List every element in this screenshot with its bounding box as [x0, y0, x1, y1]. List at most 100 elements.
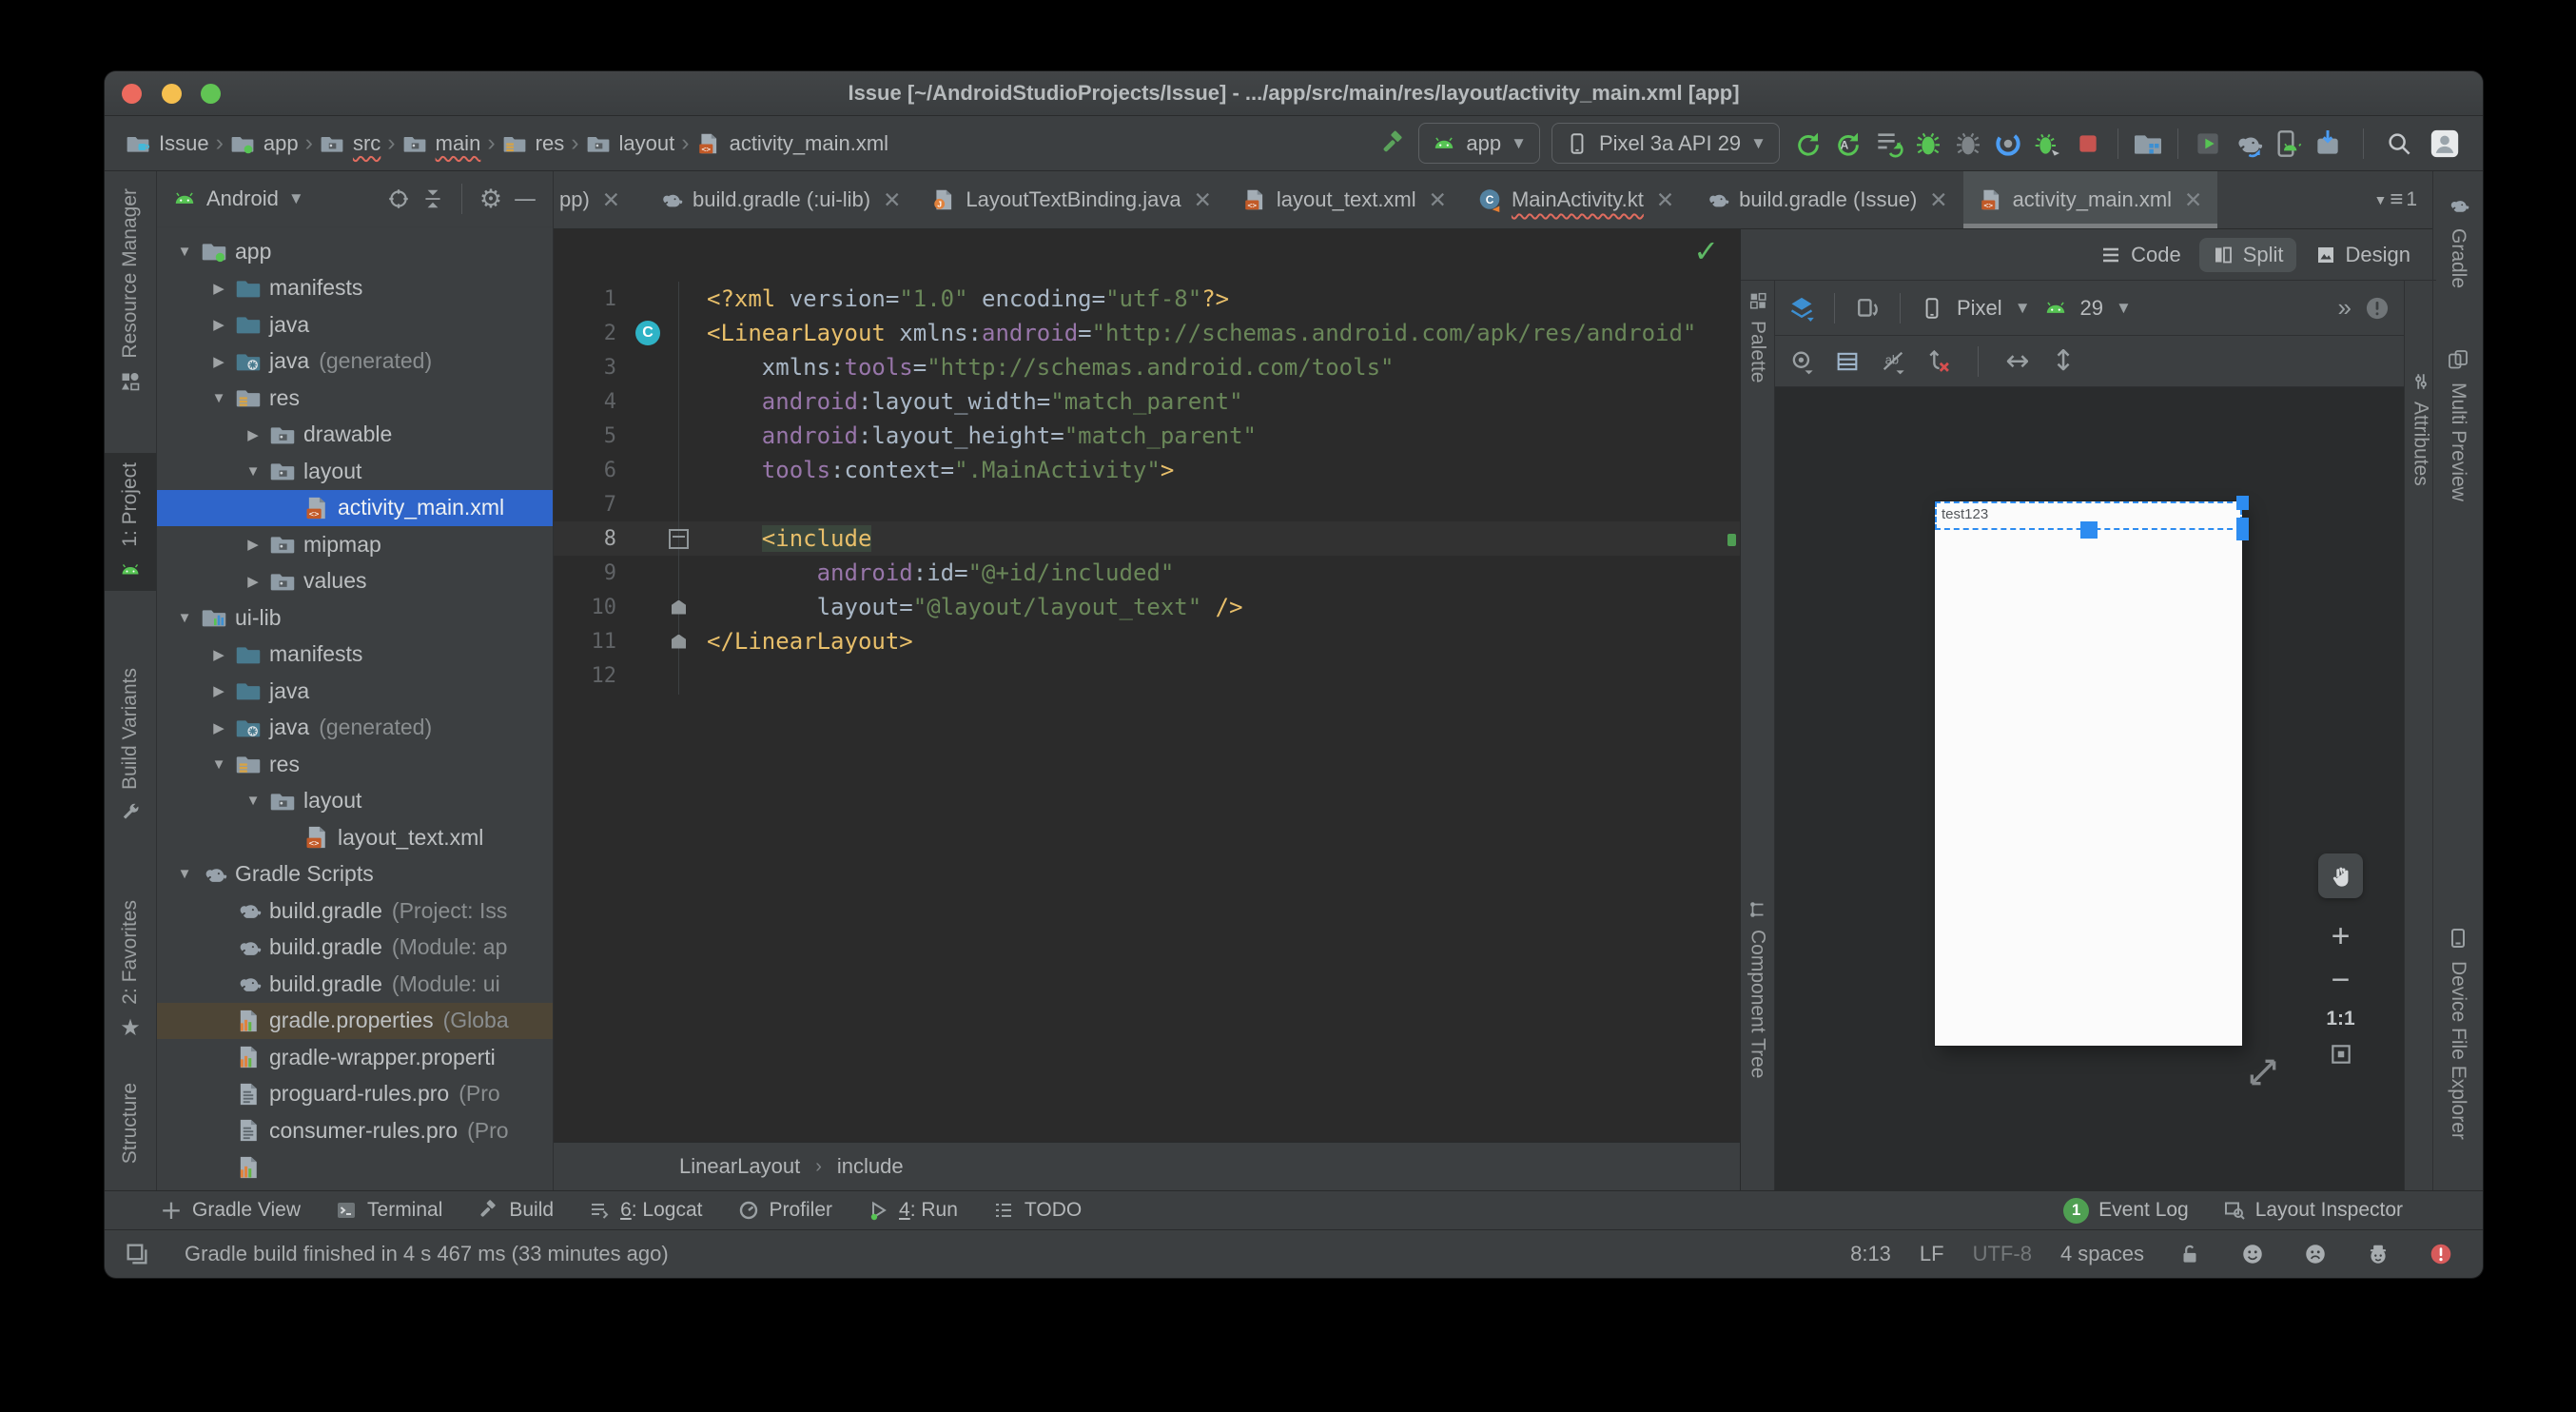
code-line-12[interactable]: 12 — [554, 658, 1740, 693]
toolwindow-button-build[interactable]: Build — [477, 1199, 554, 1222]
toolwindow-button-layout-inspector[interactable]: Layout Inspector — [2223, 1199, 2403, 1222]
line-number[interactable]: 2 — [554, 322, 632, 345]
selection-handle[interactable] — [2236, 518, 2249, 540]
select-opened-file-icon[interactable] — [386, 186, 411, 211]
code-line-9[interactable]: 9 android:id="@+id/included" — [554, 556, 1740, 590]
tree-collapse-arrow-icon[interactable]: ▶ — [237, 536, 269, 553]
tree-item-res[interactable]: ▼res — [157, 380, 553, 417]
tree-collapse-arrow-icon[interactable]: ▶ — [203, 316, 235, 333]
close-window-button[interactable] — [122, 84, 142, 104]
profile-avatar[interactable] — [2428, 127, 2462, 161]
tree-item-build-gradle[interactable]: build.gradle(Project: Iss — [157, 892, 553, 930]
tree-item-layout[interactable]: ▼layout — [157, 453, 553, 490]
line-number[interactable]: 11 — [554, 630, 632, 654]
code-line-11[interactable]: 11</LinearLayout> — [554, 624, 1740, 658]
tree-collapse-arrow-icon[interactable]: ▶ — [203, 280, 235, 297]
breadcrumb-include[interactable]: include — [837, 1154, 904, 1179]
toolwindow-button-6-logcat[interactable]: 6: Logcat — [588, 1199, 702, 1222]
code-line-6[interactable]: 6 tools:context=".MainActivity"> — [554, 453, 1740, 487]
zoom-actual-button[interactable]: 1:1 — [2326, 1008, 2354, 1030]
tree-collapse-arrow-icon[interactable]: ▶ — [203, 682, 235, 699]
line-number[interactable]: 6 — [554, 459, 632, 482]
breadcrumb-app[interactable]: app — [230, 131, 299, 156]
status-line-ending[interactable]: LF — [1920, 1242, 1944, 1266]
tree-item-layout-text-xml[interactable]: <>layout_text.xml — [157, 819, 553, 856]
tree-expand-arrow-icon[interactable]: ▼ — [168, 866, 201, 882]
vertical-expand-icon[interactable]: ↕ — [2050, 348, 2077, 375]
status-caret-position[interactable]: 8:13 — [1850, 1242, 1891, 1266]
toolwindow-button-todo[interactable]: TODO — [992, 1199, 1082, 1222]
status-frown-button[interactable] — [2298, 1237, 2332, 1271]
breadcrumb-activity-main-xml[interactable]: <>activity_main.xml — [696, 131, 888, 156]
status-indent-setting[interactable]: 4 spaces — [2060, 1242, 2144, 1266]
sidebar-item-gradle[interactable]: Gradle — [2433, 185, 2483, 298]
sidebar-item-1-project[interactable]: 1: Project — [105, 453, 156, 591]
close-icon[interactable]: ✕ — [1656, 187, 1674, 213]
tree-item-consumer-rules-pro[interactable]: consumer-rules.pro(Pro — [157, 1112, 553, 1149]
line-number[interactable]: 8 — [554, 527, 632, 551]
code-line-10[interactable]: 10 layout="@layout/layout_text" /> — [554, 590, 1740, 624]
rerun-button[interactable] — [1871, 127, 1905, 161]
view-options-icon[interactable] — [1788, 348, 1815, 375]
grid-icon[interactable] — [1834, 348, 1861, 375]
palette-tab[interactable]: Palette — [1741, 290, 1774, 382]
code-line-3[interactable]: 3 xmlns:tools="http://schemas.android.co… — [554, 350, 1740, 384]
tab-build-gradle-issue[interactable]: build.gradle (Issue)✕ — [1689, 171, 1962, 228]
avd-manager-button[interactable] — [2271, 127, 2305, 161]
sidebar-item-2-favorites[interactable]: 2: Favorites★ — [105, 891, 156, 1049]
tree-expand-arrow-icon[interactable]: ▼ — [237, 793, 269, 809]
tree-expand-arrow-icon[interactable]: ▼ — [203, 756, 235, 773]
profiler-button[interactable] — [1991, 127, 2025, 161]
toolbar-overflow-button[interactable]: » — [2338, 293, 2352, 323]
zoom-window-button[interactable] — [201, 84, 221, 104]
tree-item-java[interactable]: ▶java(generated) — [157, 710, 553, 747]
code-line-8[interactable]: 8 <include — [554, 521, 1740, 556]
gear-icon[interactable]: ⚙ — [478, 186, 503, 211]
tab-pp[interactable]: pp)✕ — [554, 171, 643, 228]
tree-item-proguard-rules-pro[interactable]: proguard-rules.pro(Pro — [157, 1076, 553, 1113]
tool-window-toggle-icon[interactable] — [124, 1241, 150, 1267]
selection-handle[interactable] — [2236, 496, 2249, 510]
breadcrumb-src[interactable]: src — [320, 131, 381, 156]
orientation-icon[interactable] — [1854, 295, 1881, 322]
minimize-window-button[interactable] — [162, 84, 182, 104]
tree-item-gradle-wrapper-properti[interactable]: gradle-wrapper.properti — [157, 1039, 553, 1076]
tree-expand-arrow-icon[interactable]: ▼ — [168, 610, 201, 626]
zoom-out-button[interactable]: − — [2332, 964, 2351, 996]
line-number[interactable]: 12 — [554, 664, 632, 688]
status-message[interactable]: Gradle build finished in 4 s 467 ms (33 … — [185, 1242, 669, 1266]
tree-item-res[interactable]: ▼res — [157, 746, 553, 783]
status-file-encoding[interactable]: UTF-8 — [1973, 1242, 2032, 1266]
tree-collapse-arrow-icon[interactable]: ▶ — [237, 426, 269, 443]
line-number[interactable]: 3 — [554, 356, 632, 380]
selection-handle[interactable] — [2080, 521, 2098, 539]
line-number[interactable]: 4 — [554, 390, 632, 414]
stop-button[interactable] — [2071, 127, 2105, 161]
toolwindow-button-4-run[interactable]: 4: Run — [867, 1199, 958, 1222]
autoconnect-icon[interactable]: ab — [1880, 348, 1906, 375]
attach-debugger-button[interactable] — [2031, 127, 2065, 161]
tree-collapse-arrow-icon[interactable]: ▶ — [203, 353, 235, 370]
mode-tab-code[interactable]: Code — [2087, 238, 2194, 272]
design-api-selector[interactable]: 29 — [2080, 296, 2103, 321]
project-structure-button[interactable] — [2131, 127, 2165, 161]
tree-item-values[interactable]: ▶values — [157, 563, 553, 600]
code-editor[interactable]: ✓ 1<?xml version="1.0" encoding="utf-8"?… — [554, 229, 1740, 1190]
collapse-all-icon[interactable] — [420, 186, 445, 211]
clear-constraints-icon[interactable] — [1925, 348, 1952, 375]
tree-collapse-arrow-icon[interactable]: ▶ — [203, 646, 235, 663]
tree-item-activity-main-xml[interactable]: <>activity_main.xml — [157, 490, 553, 527]
toolwindow-button-profiler[interactable]: Profiler — [737, 1199, 833, 1222]
component-badge-icon[interactable]: C — [635, 321, 660, 345]
tree-item-java[interactable]: ▶java(generated) — [157, 343, 553, 381]
design-canvas[interactable]: test123 + − — [1775, 387, 2404, 1190]
design-surface-icon[interactable] — [1788, 295, 1815, 322]
tree-item-java[interactable]: ▶java — [157, 673, 553, 710]
tree-item-java[interactable]: ▶java — [157, 306, 553, 343]
status-hector-button[interactable] — [2361, 1237, 2395, 1271]
device-chooser[interactable]: Pixel 3a API 29 ▼ — [1551, 123, 1780, 164]
code-line-5[interactable]: 5 android:layout_height="match_parent" — [554, 419, 1740, 453]
mode-tab-split[interactable]: Split — [2199, 238, 2296, 272]
tree-item-manifests[interactable]: ▶manifests — [157, 637, 553, 674]
tree-item-mipmap[interactable]: ▶mipmap — [157, 526, 553, 563]
